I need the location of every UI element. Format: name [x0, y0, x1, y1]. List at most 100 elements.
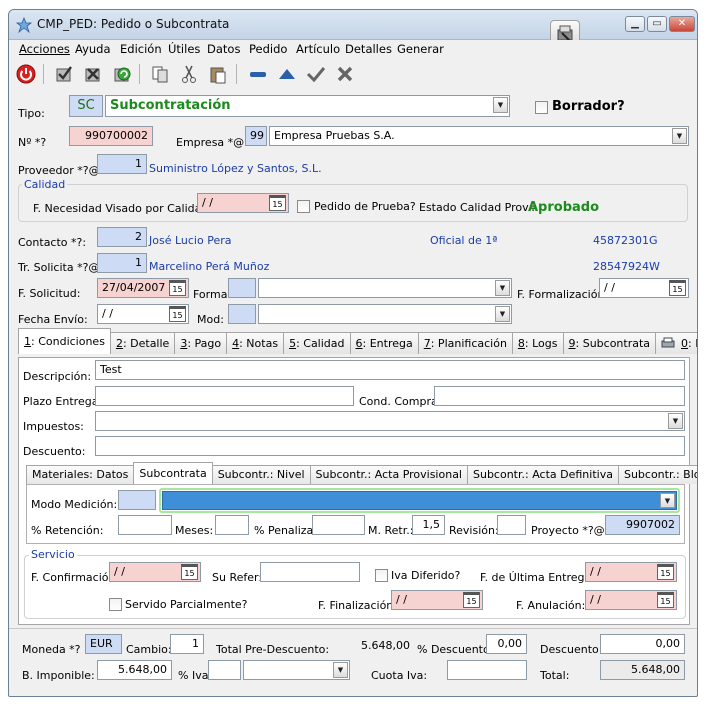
chevron-down-icon[interactable]: ▼: [493, 97, 508, 113]
modo-medicion-select[interactable]: ▼: [162, 491, 677, 510]
tab-pago[interactable]: 3: Pago: [174, 332, 228, 354]
cuota-iva-field[interactable]: [447, 660, 527, 680]
descripcion-field[interactable]: Test: [95, 360, 685, 380]
chevron-down-icon[interactable]: ▼: [495, 306, 510, 322]
check-list-icon[interactable]: [53, 63, 75, 85]
menu-datos[interactable]: Datos: [207, 42, 240, 56]
chevron-down-icon[interactable]: ▼: [333, 662, 348, 678]
subtab-acta-definitiva[interactable]: Subcontr.: Acta Definitiva: [467, 465, 619, 484]
bimponible-field[interactable]: 5.648,00: [97, 660, 172, 680]
pedido-prueba-checkbox[interactable]: [297, 200, 310, 213]
modo-medicion-code[interactable]: [118, 490, 156, 510]
checkmark-icon[interactable]: [305, 63, 327, 85]
tab-detalle[interactable]: 2: Detalle: [109, 332, 176, 354]
proveedor-code-field[interactable]: 1: [97, 154, 147, 174]
piva-select[interactable]: ▼: [243, 660, 350, 680]
cross-icon[interactable]: [334, 63, 356, 85]
tipo-code-field[interactable]: SC: [69, 95, 103, 117]
cond-compra-field[interactable]: [434, 386, 685, 406]
menu-ayuda[interactable]: Ayuda: [75, 42, 111, 56]
tab-entrega[interactable]: 6: Entrega: [349, 332, 419, 354]
menu-detalles[interactable]: Detalles: [345, 42, 392, 56]
triangle-up-icon[interactable]: [276, 63, 298, 85]
calendar-icon[interactable]: 15: [657, 592, 674, 608]
calendar-icon[interactable]: 15: [169, 306, 186, 322]
tab-imprimir[interactable]: 0: Imprimir: [655, 332, 697, 354]
descuento-total-field[interactable]: 0,00: [600, 634, 685, 654]
fconfirmacion-field[interactable]: / / 15: [109, 562, 201, 582]
servido-parcial-checkbox[interactable]: [109, 598, 122, 611]
close-button[interactable]: ✕: [669, 16, 695, 32]
subtab-subcontrata[interactable]: Subcontrata: [133, 462, 213, 484]
minus-icon[interactable]: [247, 63, 269, 85]
menu-utiles[interactable]: Útiles: [168, 42, 200, 56]
solicita-code-field[interactable]: 1: [97, 253, 147, 273]
menu-generar[interactable]: Generar: [397, 42, 444, 56]
contacto-code-field[interactable]: 2: [97, 227, 147, 247]
numero-field[interactable]: 990700002: [69, 126, 153, 146]
iva-diferido-checkbox[interactable]: [375, 569, 388, 582]
piva-field[interactable]: [208, 660, 241, 680]
impuestos-select[interactable]: ▼: [95, 411, 685, 431]
mod-select[interactable]: ▼: [258, 304, 512, 324]
pdescuento-field[interactable]: 0,00: [486, 634, 527, 654]
tab-subcontrata[interactable]: 9: Subcontrata: [562, 332, 657, 354]
chevron-down-icon[interactable]: ▼: [495, 280, 510, 296]
delete-list-icon[interactable]: [82, 63, 104, 85]
surefer-field[interactable]: [260, 562, 360, 582]
fultima-field[interactable]: / / 15: [585, 562, 677, 582]
tab-condiciones[interactable]: 1: Condiciones: [18, 328, 111, 354]
minimize-button[interactable]: ▁: [625, 16, 645, 32]
menu-acciones[interactable]: Acciones: [19, 42, 70, 56]
calendar-icon[interactable]: 15: [463, 592, 480, 608]
mod-code-field[interactable]: [228, 304, 256, 324]
calendar-icon[interactable]: 15: [169, 280, 186, 296]
chevron-down-icon[interactable]: ▼: [668, 413, 683, 429]
restore-button[interactable]: ▭: [647, 16, 667, 32]
meses-field[interactable]: [215, 515, 249, 535]
paste-icon[interactable]: [207, 63, 229, 85]
menu-edicion[interactable]: Edición: [120, 42, 162, 56]
penaliza-field[interactable]: [312, 515, 365, 535]
tab-logs[interactable]: 8: Logs: [511, 332, 564, 354]
tab-notas[interactable]: 4: Notas: [226, 332, 285, 354]
subtab-bloqueo-ret[interactable]: Subcontr.: Bloqueo Ret.: [617, 465, 697, 484]
plazo-field[interactable]: [95, 386, 354, 406]
ffinalizacion-field[interactable]: / / 15: [391, 590, 483, 610]
moneda-field[interactable]: EUR: [85, 634, 122, 654]
fanulacion-field[interactable]: / / 15: [585, 590, 677, 610]
cambio-field[interactable]: 1: [170, 634, 204, 654]
menu-pedido[interactable]: Pedido: [249, 42, 287, 56]
tab-calidad[interactable]: 5: Calidad: [283, 332, 351, 354]
subtab-nivel[interactable]: Subcontr.: Nivel: [211, 465, 311, 484]
cut-icon[interactable]: [178, 63, 200, 85]
fsolicitud-field[interactable]: 27/04/2007 15: [97, 278, 189, 298]
descuento-field[interactable]: [95, 436, 685, 456]
borrador-checkbox[interactable]: [535, 101, 548, 114]
calendar-icon[interactable]: 15: [657, 564, 674, 580]
empresa-code-field[interactable]: 99: [245, 126, 267, 146]
proyecto-field[interactable]: 9907002: [605, 515, 680, 535]
forma-select[interactable]: ▼: [258, 278, 512, 298]
chevron-down-icon[interactable]: ▼: [672, 128, 687, 144]
revision-field[interactable]: [497, 515, 526, 535]
fformalizacion-field[interactable]: / / 15: [599, 278, 689, 298]
exit-icon[interactable]: [15, 63, 37, 85]
forma-code-field[interactable]: [228, 278, 256, 298]
fnec-field[interactable]: / / 15: [197, 193, 289, 213]
refresh-icon[interactable]: [111, 63, 133, 85]
chevron-down-icon[interactable]: ▼: [660, 493, 675, 508]
calendar-icon[interactable]: 15: [669, 280, 686, 296]
menu-articulo[interactable]: Artículo: [296, 42, 340, 56]
calendar-icon[interactable]: 15: [181, 564, 198, 580]
fenvio-field[interactable]: / / 15: [97, 304, 189, 324]
retencion-field[interactable]: [118, 515, 172, 535]
subtab-materiales[interactable]: Materiales: Datos: [26, 465, 135, 484]
calendar-icon[interactable]: 15: [269, 195, 286, 211]
tab-planificacion[interactable]: 7: Planificación: [417, 332, 513, 354]
subtab-acta-provisional[interactable]: Subcontr.: Acta Provisional: [309, 465, 468, 484]
copy-icon[interactable]: [149, 63, 171, 85]
empresa-select[interactable]: Empresa Pruebas S.A. ▼: [269, 126, 689, 146]
mretr-field[interactable]: 1,5: [412, 515, 445, 535]
tipo-select[interactable]: Subcontratación ▼: [105, 95, 510, 117]
